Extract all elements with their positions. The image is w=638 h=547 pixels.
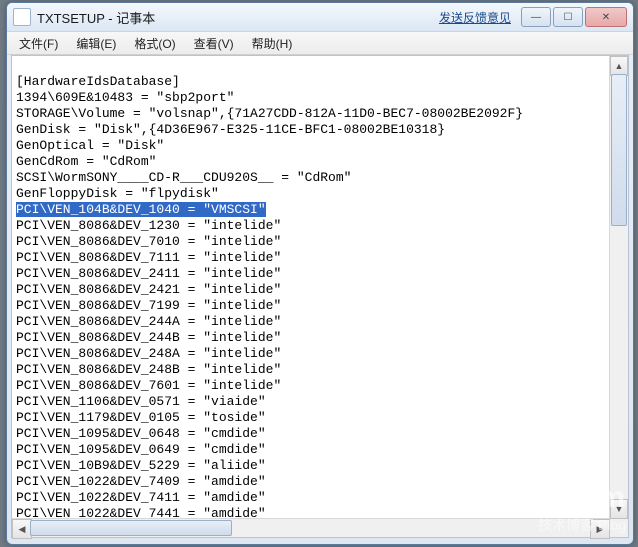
hscroll-track[interactable] — [30, 519, 592, 537]
text-line[interactable]: PCI\VEN_8086&DEV_244A = "intelide" — [16, 314, 606, 330]
text-line[interactable]: PCI\VEN_8086&DEV_7111 = "intelide" — [16, 250, 606, 266]
text-line[interactable]: PCI\VEN_8086&DEV_7601 = "intelide" — [16, 378, 606, 394]
text-line[interactable]: GenCdRom = "CdRom" — [16, 154, 606, 170]
text-line[interactable]: STORAGE\Volume = "volsnap",{71A27CDD-812… — [16, 106, 606, 122]
text-line[interactable]: PCI\VEN_8086&DEV_244B = "intelide" — [16, 330, 606, 346]
text-line[interactable]: PCI\VEN_8086&DEV_248B = "intelide" — [16, 362, 606, 378]
text-line[interactable]: PCI\VEN_8086&DEV_1230 = "intelide" — [16, 218, 606, 234]
text-line[interactable]: PCI\VEN_8086&DEV_2411 = "intelide" — [16, 266, 606, 282]
text-line[interactable]: 1394\609E&10483 = "sbp2port" — [16, 90, 606, 106]
minimize-button[interactable]: — — [521, 7, 551, 27]
text-area[interactable]: [HardwareIdsDatabase]1394\609E&10483 = "… — [12, 56, 610, 519]
menu-help[interactable]: 帮助(H) — [244, 33, 301, 54]
text-line[interactable]: GenDisk = "Disk",{4D36E967-E325-11CE-BFC… — [16, 122, 606, 138]
text-line[interactable]: PCI\VEN_10B9&DEV_5229 = "aliide" — [16, 458, 606, 474]
text-line[interactable]: PCI\VEN_1095&DEV_0649 = "cmdide" — [16, 442, 606, 458]
scroll-right-button[interactable]: ▶ — [590, 519, 610, 539]
text-line[interactable]: PCI\VEN_8086&DEV_7199 = "intelide" — [16, 298, 606, 314]
maximize-button[interactable]: ☐ — [553, 7, 583, 27]
text-line[interactable]: GenFloppyDisk = "flpydisk" — [16, 186, 606, 202]
text-line[interactable]: PCI\VEN_1022&DEV_7409 = "amdide" — [16, 474, 606, 490]
horizontal-scrollbar[interactable]: ◀ ▶ — [12, 518, 610, 537]
window-buttons: — ☐ ✕ — [519, 7, 627, 27]
text-line[interactable]: PCI\VEN_104B&DEV_1040 = "VMSCSI" — [16, 202, 606, 218]
scroll-up-button[interactable]: ▲ — [610, 56, 628, 76]
text-line[interactable]: PCI\VEN_1106&DEV_0571 = "viaide" — [16, 394, 606, 410]
scroll-corner — [610, 519, 628, 537]
text-line[interactable]: PCI\VEN_1179&DEV_0105 = "toside" — [16, 410, 606, 426]
close-button[interactable]: ✕ — [585, 7, 627, 27]
app-icon — [13, 8, 31, 26]
menu-file[interactable]: 文件(F) — [11, 33, 66, 54]
notepad-window: TXTSETUP - 记事本 发送反馈意见 — ☐ ✕ 文件(F) 编辑(E) … — [6, 2, 634, 545]
vscroll-thumb[interactable] — [611, 74, 627, 226]
vscroll-track[interactable] — [610, 74, 628, 501]
titlebar[interactable]: TXTSETUP - 记事本 发送反馈意见 — ☐ ✕ — [7, 3, 633, 32]
feedback-link[interactable]: 发送反馈意见 — [439, 9, 511, 26]
text-line[interactable]: GenOptical = "Disk" — [16, 138, 606, 154]
window-title: TXTSETUP - 记事本 — [37, 8, 439, 27]
menu-view[interactable]: 查看(V) — [186, 33, 242, 54]
text-line[interactable]: SCSI\WormSONY____CD-R___CDU920S__ = "CdR… — [16, 170, 606, 186]
menu-format[interactable]: 格式(O) — [126, 33, 183, 54]
text-line[interactable]: PCI\VEN_8086&DEV_248A = "intelide" — [16, 346, 606, 362]
menubar: 文件(F) 编辑(E) 格式(O) 查看(V) 帮助(H) — [7, 32, 633, 55]
menu-edit[interactable]: 编辑(E) — [68, 33, 124, 54]
text-line[interactable]: [HardwareIdsDatabase] — [16, 74, 606, 90]
text-line[interactable] — [16, 58, 606, 74]
scroll-down-button[interactable]: ▼ — [610, 499, 628, 519]
vertical-scrollbar[interactable]: ▲ ▼ — [609, 56, 628, 519]
text-line[interactable]: PCI\VEN_8086&DEV_2421 = "intelide" — [16, 282, 606, 298]
client-area: [HardwareIdsDatabase]1394\609E&10483 = "… — [11, 55, 629, 538]
hscroll-thumb[interactable] — [30, 520, 232, 536]
text-line[interactable]: PCI\VEN_1022&DEV_7411 = "amdide" — [16, 490, 606, 506]
scroll-left-button[interactable]: ◀ — [12, 519, 32, 539]
text-line[interactable]: PCI\VEN_1095&DEV_0648 = "cmdide" — [16, 426, 606, 442]
text-line[interactable]: PCI\VEN_8086&DEV_7010 = "intelide" — [16, 234, 606, 250]
